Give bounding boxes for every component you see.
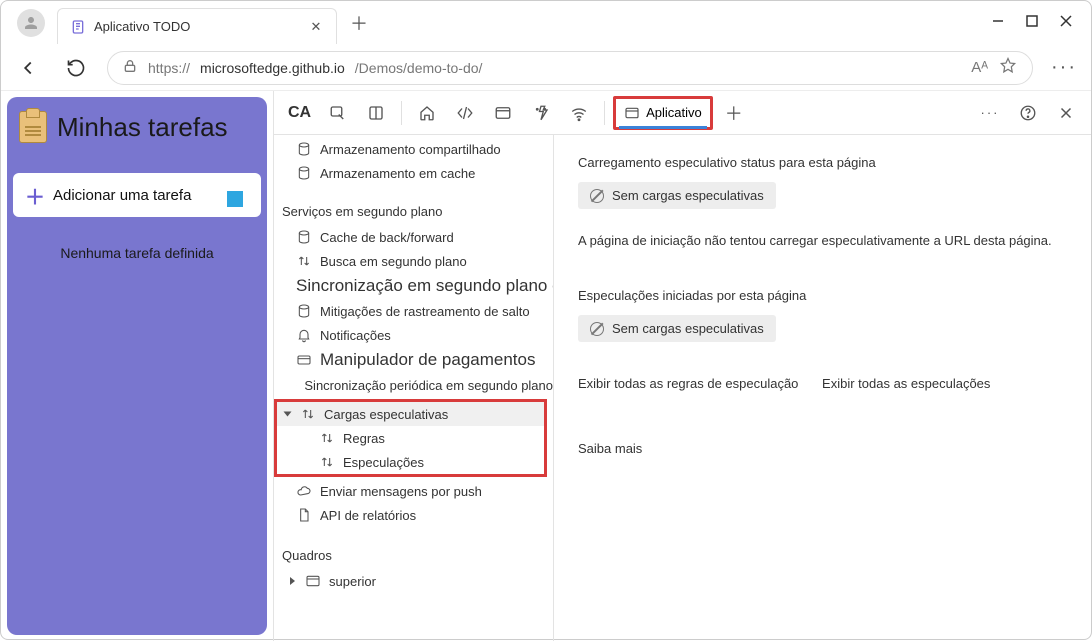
devtools-toolbar: CA Aplicativo ＋ ··· <box>274 91 1091 135</box>
sidebar-item-shared-storage[interactable]: Armazenamento compartilhado <box>274 137 553 161</box>
sidebar-item-cache-storage[interactable]: Armazenamento em cache <box>274 161 553 185</box>
card-icon <box>296 352 312 368</box>
add-task-input[interactable]: ＋ Adicionar uma tarefa <box>13 173 261 217</box>
database-icon <box>296 141 312 157</box>
read-aloud-button[interactable]: Aᴬ <box>971 59 988 76</box>
toolbar-separator <box>401 101 402 125</box>
section-heading-initiated: Especulações iniciadas por esta página <box>578 288 1067 303</box>
new-tab-button[interactable]: ＋ <box>345 9 373 37</box>
tab-favicon <box>70 19 86 35</box>
url-actions: Aᴬ <box>971 56 1018 79</box>
main-content: Minhas tarefas ＋ Adicionar uma tarefa Ne… <box>1 91 1091 641</box>
sidebar-item-speculative-loads[interactable]: Cargas especulativas <box>277 402 544 426</box>
sidebar-item-bf-cache[interactable]: Cache de back/forward <box>274 225 553 249</box>
lock-icon <box>122 58 138 77</box>
console-tab[interactable] <box>486 96 520 130</box>
sidebar-item-bg-fetch[interactable]: Busca em segundo plano <box>274 249 553 273</box>
devtools-help-button[interactable] <box>1011 96 1045 130</box>
sidebar-item-rules[interactable]: Regras <box>277 426 544 450</box>
file-icon <box>296 507 312 523</box>
link-all-speculations[interactable]: Exibir todas as especulações <box>822 376 990 391</box>
updown-icon <box>319 454 335 470</box>
sidebar-item-bounce[interactable]: Mitigações de rastreamento de salto <box>274 299 553 323</box>
learn-more-link[interactable]: Saiba mais <box>578 441 1067 456</box>
caret-right-icon <box>290 577 295 585</box>
sidebar-item-notifications[interactable]: Notificações <box>274 323 553 347</box>
elements-tab[interactable] <box>448 96 482 130</box>
devtools-more-button[interactable]: ··· <box>973 96 1007 130</box>
url-path: /Demos/demo-to-do/ <box>355 60 483 76</box>
application-icon <box>624 105 640 121</box>
database-icon <box>296 229 312 245</box>
sidebar-header-frames: Quadros <box>274 541 553 569</box>
sidebar-item-bg-sync-cd[interactable]: Sincronização em segundo plano do CD <box>274 273 553 299</box>
no-entry-icon <box>590 189 604 203</box>
browser-tab[interactable]: Aplicativo TODO ✕ <box>57 8 337 44</box>
section-heading-status: Carregamento especulativo status para es… <box>578 155 1067 170</box>
devtools: CA Aplicativo ＋ ··· Armazenamento <box>273 91 1091 641</box>
maximize-button[interactable] <box>1025 14 1039 33</box>
welcome-tab[interactable] <box>410 96 444 130</box>
cursor-icon <box>227 191 243 207</box>
updown-icon <box>319 430 335 446</box>
tab-title: Aplicativo TODO <box>94 19 300 34</box>
updown-icon <box>296 253 312 269</box>
url-field[interactable]: https:// microsoftedge.github.io/Demos/de… <box>107 51 1033 85</box>
application-tab-label: Aplicativo <box>646 105 702 120</box>
window-controls <box>991 14 1087 33</box>
url-scheme: https:// <box>148 60 190 76</box>
todo-app: Minhas tarefas ＋ Adicionar uma tarefa Ne… <box>7 97 267 635</box>
sidebar-item-periodic-sync[interactable]: Sincronização periódica em segundo plano <box>274 373 553 397</box>
more-tabs-button[interactable]: ＋ <box>717 96 751 130</box>
more-button[interactable]: ··· <box>1047 51 1081 85</box>
favorite-button[interactable] <box>998 56 1018 79</box>
devtools-close-button[interactable] <box>1049 96 1083 130</box>
application-content: Carregamento especulativo status para es… <box>554 135 1091 641</box>
highlight-speculative-loads: Cargas especulativas Regras Especulações <box>274 399 547 477</box>
sidebar-item-push[interactable]: Enviar mensagens por push <box>274 479 553 503</box>
status-pill-2: Sem cargas especulativas <box>578 315 776 342</box>
clipboard-icon <box>19 111 47 143</box>
cloud-icon <box>296 483 312 499</box>
sidebar-header-bg-services: Serviços em segundo plano <box>274 197 553 225</box>
plus-icon: ＋ <box>25 181 45 210</box>
empty-state: Nenhuma tarefa definida <box>13 245 261 261</box>
status-description: A página de iniciação não tentou carrega… <box>578 233 1067 248</box>
locale-button[interactable]: CA <box>282 96 317 130</box>
database-icon <box>296 303 312 319</box>
address-bar: https:// microsoftedge.github.io/Demos/de… <box>1 45 1091 91</box>
status-pill-1: Sem cargas especulativas <box>578 182 776 209</box>
url-host: microsoftedge.github.io <box>200 60 345 76</box>
app-title-row: Minhas tarefas <box>13 111 261 143</box>
application-tab[interactable]: Aplicativo <box>613 96 713 130</box>
sources-tab[interactable] <box>524 96 558 130</box>
device-button[interactable] <box>359 96 393 130</box>
page-title: Minhas tarefas <box>57 112 228 143</box>
window-icon <box>305 573 321 589</box>
close-window-button[interactable] <box>1059 14 1073 33</box>
link-all-rules[interactable]: Exibir todas as regras de especulação <box>578 376 798 391</box>
caret-down-icon <box>284 412 292 417</box>
application-sidebar[interactable]: Armazenamento compartilhado Armazenament… <box>274 135 554 641</box>
sidebar-item-reporting-api[interactable]: API de relatórios <box>274 503 553 527</box>
window-titlebar: Aplicativo TODO ✕ ＋ <box>1 1 1091 45</box>
network-tab[interactable] <box>562 96 596 130</box>
sidebar-item-speculations[interactable]: Especulações <box>277 450 544 474</box>
add-task-placeholder: Adicionar uma tarefa <box>53 187 191 204</box>
minimize-button[interactable] <box>991 14 1005 33</box>
profile-avatar[interactable] <box>17 9 45 37</box>
sidebar-item-frame-top[interactable]: superior <box>274 569 553 593</box>
no-entry-icon <box>590 322 604 336</box>
refresh-button[interactable] <box>59 51 93 85</box>
back-button[interactable] <box>11 51 45 85</box>
tab-close-icon[interactable]: ✕ <box>308 19 324 35</box>
database-icon <box>296 165 312 181</box>
toolbar-separator <box>604 101 605 125</box>
sidebar-item-payment[interactable]: Manipulador de pagamentos <box>274 347 553 373</box>
updown-icon <box>300 406 316 422</box>
inspect-button[interactable] <box>321 96 355 130</box>
bell-icon <box>296 327 312 343</box>
